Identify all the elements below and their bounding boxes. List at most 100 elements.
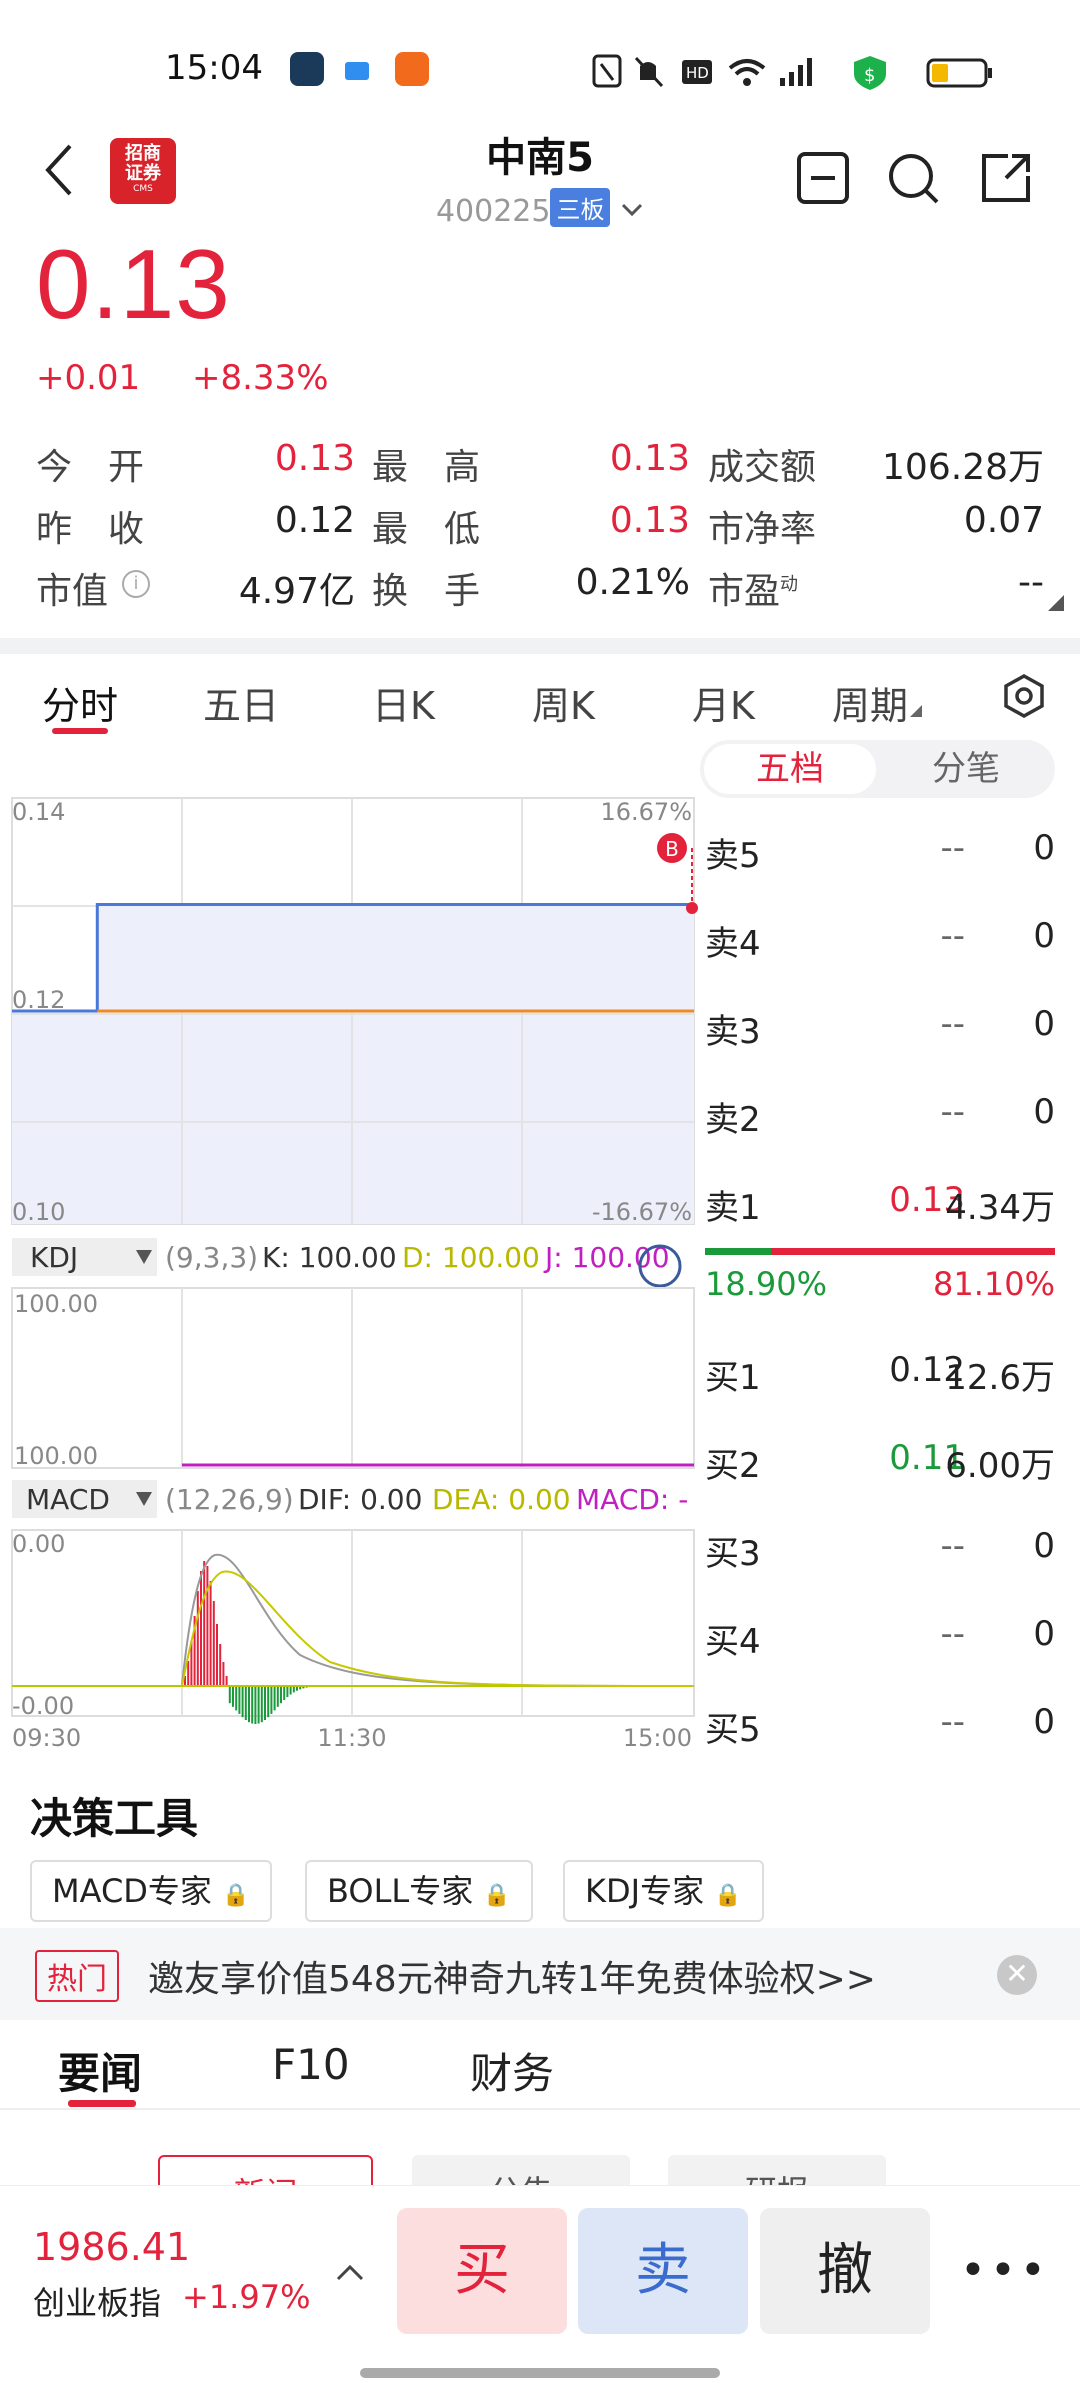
- minimize-icon[interactable]: [795, 150, 851, 206]
- bid-row[interactable]: 买1 0.12 12.6万: [705, 1340, 1055, 1400]
- tab-week-k[interactable]: 周K: [532, 675, 595, 730]
- promo-text[interactable]: 邀友享价值548元神奇九转1年免费体验权>>: [148, 1950, 876, 2002]
- y-tick-bottom: 0.10: [12, 1198, 65, 1226]
- bid-price: --: [940, 1614, 965, 1654]
- tab-month-k[interactable]: 月K: [692, 675, 755, 730]
- macd-bar: [273, 1686, 276, 1711]
- bid-price: --: [940, 1702, 965, 1742]
- ask-volume: 0: [1033, 916, 1055, 956]
- price-area-fill: [97, 904, 695, 1011]
- macd-bar: [222, 1662, 225, 1686]
- intraday-chart[interactable]: 0.14 0.12 0.10 16.67% -16.67% B KDJ (9,3…: [0, 790, 700, 1760]
- ask-volume: 4.34万: [945, 1188, 1055, 1228]
- stat-label: 今 开: [36, 447, 145, 488]
- info-icon[interactable]: i: [122, 570, 150, 598]
- tab-tick-detail[interactable]: 分笔: [880, 744, 1052, 794]
- macd-bar: [235, 1686, 238, 1711]
- kdj-k: K: 100.00: [262, 1241, 397, 1274]
- kdj-params: (9,3,3): [165, 1241, 258, 1274]
- kdj-j: J: 100.00: [543, 1241, 670, 1274]
- stat-high: 0.13: [609, 438, 690, 479]
- share-icon[interactable]: [978, 150, 1034, 206]
- news-tab-finance[interactable]: 财务: [470, 2040, 554, 2101]
- ask-row[interactable]: 卖4 -- 0: [705, 906, 1055, 966]
- bid-label: 买2: [705, 1446, 761, 1486]
- tab-day-k[interactable]: 日K: [372, 675, 435, 730]
- bid-row[interactable]: 买5 -- 0: [705, 1692, 1055, 1752]
- macd-bar: [257, 1686, 260, 1724]
- macd-bar: [206, 1566, 209, 1686]
- ask-row[interactable]: 卖1 0.13 4.34万: [705, 1170, 1055, 1230]
- macd-bar: [267, 1686, 270, 1718]
- macd-bar: [241, 1686, 244, 1718]
- search-icon[interactable]: [885, 150, 941, 206]
- bid-row[interactable]: 买4 -- 0: [705, 1604, 1055, 1664]
- tab-five-level[interactable]: 五档: [704, 744, 876, 794]
- subtab-news[interactable]: 新闻: [158, 2155, 373, 2185]
- chevron-up-icon[interactable]: [335, 2262, 365, 2282]
- macd-expert-chip[interactable]: MACD专家 🔒: [30, 1860, 272, 1922]
- macd-bar: [260, 1686, 263, 1723]
- bid-price: --: [940, 1526, 965, 1566]
- ask-label: 卖4: [705, 924, 761, 964]
- tab-underline: [52, 728, 108, 734]
- stat-label: 最 高: [372, 447, 481, 488]
- bid-volume: 0: [1033, 1526, 1055, 1566]
- ask-row[interactable]: 卖3 -- 0: [705, 994, 1055, 1054]
- boll-expert-chip[interactable]: BOLL专家 🔒: [305, 1860, 533, 1922]
- bid-row[interactable]: 买2 0.11 6.00万: [705, 1428, 1055, 1488]
- bid-label: 买1: [705, 1358, 761, 1398]
- stat-turnover: 106.28万: [882, 447, 1044, 488]
- x-tick-midday: 11:30: [317, 1724, 386, 1752]
- ask-label: 卖2: [705, 1100, 761, 1140]
- macd-bar: [264, 1686, 266, 1720]
- settings-hexagon-icon[interactable]: [1000, 672, 1048, 720]
- macd-dea: DEA: 0.00: [432, 1483, 571, 1516]
- close-icon[interactable]: ✕: [997, 1955, 1037, 1995]
- dropdown-triangle-icon: [910, 705, 923, 717]
- ask-row[interactable]: 卖2 -- 0: [705, 1082, 1055, 1142]
- tab-period[interactable]: 周期: [832, 675, 924, 730]
- expand-corner-icon[interactable]: [1046, 593, 1066, 613]
- index-value[interactable]: 1986.41: [33, 2225, 190, 2269]
- news-tab-headlines[interactable]: 要闻: [58, 2040, 142, 2101]
- kdj-expert-chip[interactable]: KDJ专家 🔒: [563, 1860, 764, 1922]
- subtab-announcements[interactable]: 公告: [412, 2155, 630, 2185]
- chip-label: BOLL专家: [327, 1872, 474, 1910]
- tab-intraday[interactable]: 分时: [42, 675, 118, 730]
- cancel-order-button[interactable]: 撤: [760, 2208, 930, 2334]
- svg-text:$: $: [864, 65, 875, 86]
- separator: [0, 638, 1080, 654]
- macd-bottom: -0.00: [12, 1692, 74, 1720]
- pe-label: 市盈: [708, 571, 781, 612]
- stat-label: 市盈动: [708, 562, 798, 614]
- lock-icon: 🔒: [222, 1883, 250, 1908]
- battery-icon: [926, 58, 992, 88]
- ratio-bar: [705, 1248, 1055, 1255]
- lock-icon: 🔒: [714, 1883, 742, 1908]
- ask-volume: 0: [1033, 1004, 1055, 1044]
- sell-button[interactable]: 卖: [578, 2208, 748, 2334]
- home-indicator[interactable]: [360, 2368, 720, 2378]
- macd-params: (12,26,9): [165, 1483, 294, 1516]
- ask-price: --: [940, 1092, 965, 1132]
- y-tick-top: 0.14: [12, 798, 65, 826]
- bid-row[interactable]: 买3 -- 0: [705, 1516, 1055, 1576]
- price-change-pct: +8.33%: [192, 358, 329, 398]
- macd-bar: [209, 1581, 212, 1686]
- tab-5day[interactable]: 五日: [203, 675, 279, 730]
- macd-bar: [280, 1686, 282, 1704]
- subtab-research[interactable]: 研报: [668, 2155, 886, 2185]
- kdj-d: D: 100.00: [402, 1241, 540, 1274]
- bid-label: 买3: [705, 1534, 761, 1574]
- more-icon[interactable]: •••: [960, 2245, 1050, 2296]
- index-name[interactable]: 创业板指: [33, 2278, 161, 2324]
- bid-price: 0.11: [889, 1438, 965, 1478]
- stat-low: 0.13: [609, 500, 690, 541]
- y-tick-pct-top: 16.67%: [600, 798, 692, 826]
- ask-row[interactable]: 卖5 -- 0: [705, 818, 1055, 878]
- bid-volume: 6.00万: [945, 1446, 1055, 1486]
- hot-tag: 热门: [35, 1950, 119, 2002]
- news-tab-f10[interactable]: F10: [272, 2040, 350, 2089]
- buy-button[interactable]: 买: [397, 2208, 567, 2334]
